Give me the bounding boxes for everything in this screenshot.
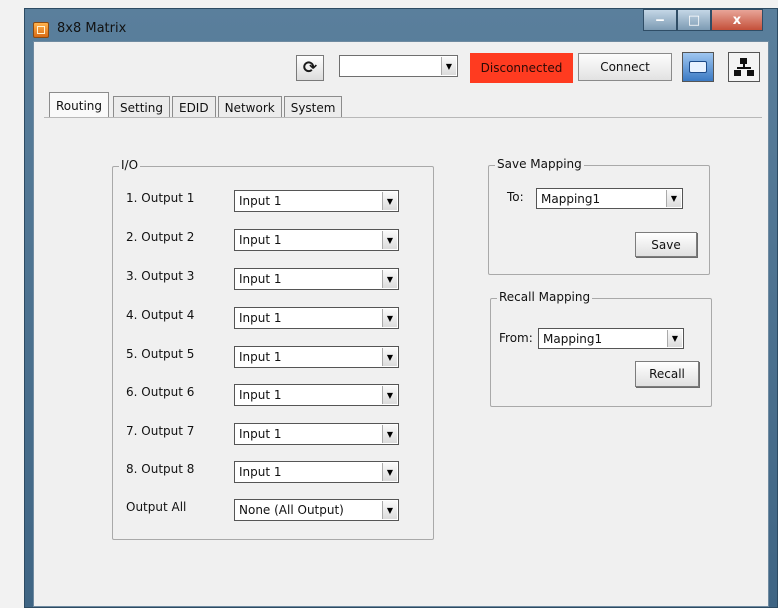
output-all-value: None (All Output) xyxy=(239,503,344,517)
port-select[interactable]: ▼ xyxy=(339,55,458,77)
output-8-value: Input 1 xyxy=(239,465,282,479)
output-2-select[interactable]: Input 1 ▼ xyxy=(234,229,399,251)
output-4-label: 4. Output 4 xyxy=(126,308,195,322)
recall-mapping-group: Recall Mapping From: Mapping1 ▼ Recall xyxy=(490,290,712,407)
output-1-value: Input 1 xyxy=(239,194,282,208)
chevron-down-icon: ▼ xyxy=(382,501,397,519)
io-legend: I/O xyxy=(119,158,141,172)
tab-edid[interactable]: EDID xyxy=(171,96,216,118)
output-4-value: Input 1 xyxy=(239,311,282,325)
tab-setting[interactable]: Setting xyxy=(113,96,170,118)
window-title: 8x8 Matrix xyxy=(57,21,127,36)
network-button[interactable] xyxy=(728,52,760,82)
recall-from-label: From: xyxy=(499,331,533,345)
chevron-down-icon: ▼ xyxy=(382,270,397,288)
chevron-down-icon: ▼ xyxy=(382,231,397,249)
maximize-button[interactable]: □ xyxy=(677,9,711,31)
output-1-select[interactable]: Input 1 ▼ xyxy=(234,190,399,212)
recall-mapping-value: Mapping1 xyxy=(543,331,603,346)
serial-port-icon xyxy=(689,61,707,73)
recall-button[interactable]: Recall xyxy=(635,361,699,387)
client-area: ⟳ ▼ Disconnected Connect Routing Setting… xyxy=(33,41,769,607)
network-icon xyxy=(734,58,754,76)
output-3-value: Input 1 xyxy=(239,272,282,286)
connection-status-badge: Disconnected xyxy=(470,53,573,83)
output-5-value: Input 1 xyxy=(239,350,282,364)
output-3-select[interactable]: Input 1 ▼ xyxy=(234,268,399,290)
chevron-down-icon: ▼ xyxy=(382,386,397,404)
recall-mapping-legend: Recall Mapping xyxy=(497,290,593,304)
output-7-label: 7. Output 7 xyxy=(126,424,195,438)
output-4-select[interactable]: Input 1 ▼ xyxy=(234,307,399,329)
output-all-select[interactable]: None (All Output) ▼ xyxy=(234,499,399,521)
chevron-down-icon: ▼ xyxy=(382,463,397,481)
chevron-down-icon: ▼ xyxy=(666,190,681,207)
output-7-select[interactable]: Input 1 ▼ xyxy=(234,423,399,445)
tab-system[interactable]: System xyxy=(283,96,343,118)
output-5-select[interactable]: Input 1 ▼ xyxy=(234,346,399,368)
refresh-icon: ⟳ xyxy=(302,58,318,78)
chevron-down-icon: ▼ xyxy=(382,309,397,327)
serial-port-button[interactable] xyxy=(682,52,714,82)
output-all-label: Output All xyxy=(126,500,187,514)
output-2-label: 2. Output 2 xyxy=(126,230,195,244)
output-8-select[interactable]: Input 1 ▼ xyxy=(234,461,399,483)
output-6-value: Input 1 xyxy=(239,388,282,402)
app-window: 8x8 Matrix ‒ □ x ⟳ ▼ Disconnected Connec… xyxy=(24,8,778,608)
save-button[interactable]: Save xyxy=(635,232,697,257)
save-to-label: To: xyxy=(507,190,524,204)
output-7-value: Input 1 xyxy=(239,427,282,441)
chevron-down-icon: ▼ xyxy=(382,192,397,210)
app-icon xyxy=(33,22,49,38)
refresh-button[interactable]: ⟳ xyxy=(296,55,324,81)
connect-button[interactable]: Connect xyxy=(578,53,672,81)
close-button[interactable]: x xyxy=(711,9,763,31)
output-3-label: 3. Output 3 xyxy=(126,269,195,283)
output-6-select[interactable]: Input 1 ▼ xyxy=(234,384,399,406)
output-8-label: 8. Output 8 xyxy=(126,462,195,476)
chevron-down-icon: ▼ xyxy=(441,57,456,75)
save-mapping-legend: Save Mapping xyxy=(495,157,584,171)
tab-bar: Routing Setting EDID Network System xyxy=(49,92,344,118)
minimize-button[interactable]: ‒ xyxy=(643,9,677,31)
window-controls: ‒ □ x xyxy=(643,9,763,31)
save-mapping-select[interactable]: Mapping1 ▼ xyxy=(536,188,683,209)
output-1-label: 1. Output 1 xyxy=(126,191,195,205)
output-5-label: 5. Output 5 xyxy=(126,347,195,361)
title-bar[interactable]: 8x8 Matrix ‒ □ x xyxy=(25,9,777,41)
tab-network[interactable]: Network xyxy=(217,96,282,118)
tab-routing[interactable]: Routing xyxy=(49,92,110,118)
chevron-down-icon: ▼ xyxy=(382,348,397,366)
chevron-down-icon: ▼ xyxy=(382,425,397,443)
chevron-down-icon: ▼ xyxy=(667,330,682,347)
output-2-value: Input 1 xyxy=(239,233,282,247)
recall-mapping-select[interactable]: Mapping1 ▼ xyxy=(538,328,684,349)
save-mapping-group: Save Mapping To: Mapping1 ▼ Save xyxy=(488,157,710,275)
io-group: I/O 1. Output 1 Input 1 ▼ 2. Output 2 In… xyxy=(112,158,434,540)
save-mapping-value: Mapping1 xyxy=(541,191,601,206)
output-6-label: 6. Output 6 xyxy=(126,385,195,399)
